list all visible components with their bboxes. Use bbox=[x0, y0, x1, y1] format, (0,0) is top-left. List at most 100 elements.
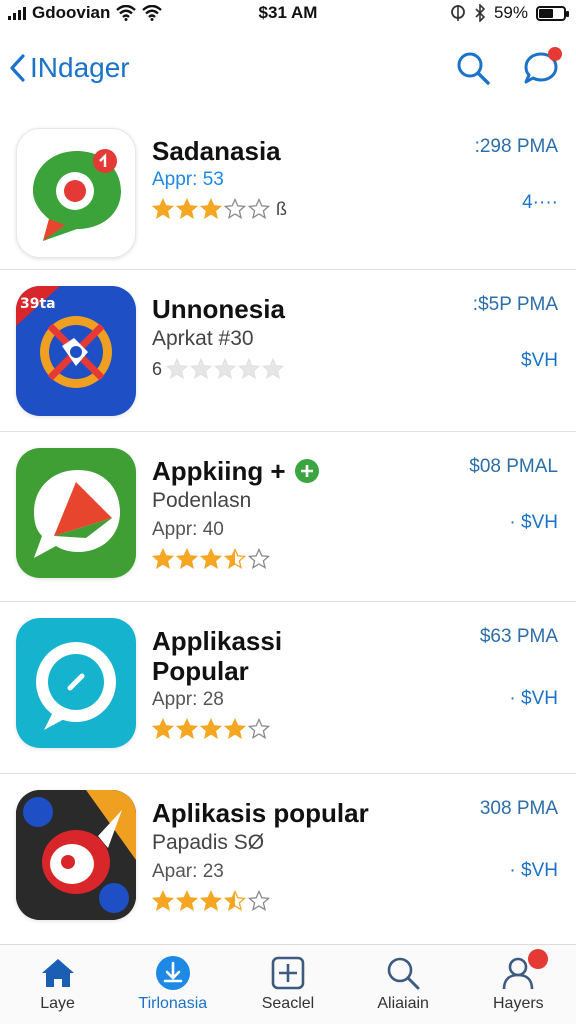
tab-home[interactable]: Laye bbox=[8, 953, 108, 1013]
star-icon bbox=[248, 198, 270, 219]
tab-label: Tirlonasia bbox=[138, 995, 208, 1012]
battery-fill bbox=[539, 8, 554, 18]
app-right: 308 PMA · $VH bbox=[480, 798, 558, 882]
rating-stars bbox=[152, 718, 560, 740]
search-icon bbox=[387, 957, 420, 990]
game-emblem-icon: 39ta bbox=[16, 286, 112, 388]
nav-bar: INdager bbox=[0, 40, 576, 96]
status-bar: Gdoovian $31 AM 59% bbox=[0, 0, 576, 26]
mascot-game-icon bbox=[16, 790, 136, 920]
message-bubble-icon bbox=[34, 470, 120, 558]
search-icon[interactable] bbox=[454, 49, 492, 87]
nav-actions bbox=[454, 47, 562, 87]
star-icon bbox=[248, 718, 270, 739]
star-icon bbox=[152, 890, 174, 911]
signal-icon bbox=[8, 6, 26, 20]
star-icon bbox=[152, 198, 174, 219]
star-icon bbox=[200, 548, 222, 569]
star-icon bbox=[152, 718, 174, 739]
app-time: 308 PMA bbox=[479, 798, 558, 819]
status-right: 59% bbox=[450, 3, 569, 23]
wifi-icon bbox=[116, 5, 137, 21]
tab-downloads[interactable]: Tirlonasia bbox=[123, 953, 223, 1013]
app-icon[interactable] bbox=[16, 618, 136, 748]
star-icon bbox=[200, 890, 222, 911]
app-icon[interactable]: 39ta bbox=[16, 286, 136, 416]
app-icon[interactable] bbox=[16, 790, 136, 920]
star-icon bbox=[224, 198, 246, 219]
star-icon bbox=[214, 358, 237, 379]
add-box-icon bbox=[271, 956, 305, 990]
messages-button[interactable] bbox=[522, 47, 562, 87]
app-list: Sadanasia Appr: 53 ß :298 PMA 4···· 39ta… bbox=[0, 112, 576, 946]
battery-percent: 59% bbox=[493, 3, 528, 22]
list-item[interactable]: Applikassi Popular Appr: 28 $63 PMA · $V… bbox=[0, 602, 576, 774]
app-right: :$5P PMA $VH bbox=[473, 294, 558, 372]
tab-label: Laye bbox=[40, 995, 75, 1012]
notification-badge bbox=[528, 949, 549, 969]
wifi-icon-secondary bbox=[142, 5, 163, 21]
back-label: INdager bbox=[30, 52, 130, 83]
star-icon bbox=[152, 548, 174, 569]
battery-icon bbox=[536, 5, 569, 21]
star-icon bbox=[200, 718, 222, 739]
app-name: Appkiing + bbox=[152, 456, 286, 486]
tab-label: Aliaiain bbox=[377, 995, 429, 1012]
carrier-label: Gdoovian bbox=[32, 3, 111, 22]
app-right: $63 PMA · $VH bbox=[480, 626, 558, 710]
list-item[interactable]: 39ta Unnonesia Aprkat #30 6 :$5P PMA $VH bbox=[0, 270, 576, 432]
tab-label: Hayers bbox=[493, 995, 544, 1012]
star-icon bbox=[248, 548, 270, 569]
bluetooth-icon bbox=[475, 4, 486, 22]
svg-text:39ta: 39ta bbox=[20, 296, 56, 312]
app-time: $08 PMAL bbox=[469, 456, 558, 477]
star-icon bbox=[262, 358, 285, 379]
app-price-button[interactable]: · $VH bbox=[480, 688, 558, 710]
rating-stars bbox=[152, 548, 560, 570]
download-icon bbox=[155, 956, 190, 990]
tab-add[interactable]: Seaclel bbox=[238, 953, 338, 1013]
tab-profile[interactable]: Hayers bbox=[468, 949, 568, 1013]
app-right: :298 PMA 4···· bbox=[475, 136, 558, 214]
list-item[interactable]: Aplikasis popular Papadis SØ Apar: 23 30… bbox=[0, 774, 576, 946]
add-badge-icon bbox=[294, 459, 319, 483]
star-icon bbox=[176, 198, 198, 219]
rating-prefix: 6 bbox=[152, 358, 163, 379]
star-icon bbox=[176, 718, 198, 739]
app-time: :298 PMA bbox=[474, 136, 558, 157]
star-icon bbox=[238, 358, 261, 379]
app-name: Applikassi Popular bbox=[152, 626, 283, 686]
tab-bar: Laye Tirlonasia Seaclel Aliaiain Hayers bbox=[0, 944, 576, 1024]
star-icon bbox=[224, 890, 246, 911]
rating-tail: ß bbox=[276, 198, 287, 219]
star-icon bbox=[166, 358, 189, 379]
star-icon bbox=[224, 718, 246, 739]
app-price-button[interactable]: 4···· bbox=[475, 192, 558, 214]
home-icon bbox=[41, 959, 74, 987]
star-icon bbox=[248, 890, 270, 911]
back-button[interactable]: INdager bbox=[8, 52, 130, 84]
app-right: $08 PMAL · $VH bbox=[469, 456, 558, 534]
app-price-button[interactable]: $VH bbox=[473, 350, 558, 372]
tab-search[interactable]: Aliaiain bbox=[353, 953, 453, 1013]
chat-circle-icon bbox=[36, 642, 116, 730]
notification-dot bbox=[548, 47, 562, 61]
tab-label: Seaclel bbox=[261, 995, 315, 1012]
chevron-left-icon bbox=[10, 54, 25, 82]
star-icon bbox=[176, 890, 198, 911]
list-item[interactable]: Appkiing + Podenlasn Appr: 40 $08 PMAL ·… bbox=[0, 432, 576, 602]
status-left: Gdoovian bbox=[8, 3, 163, 23]
app-icon[interactable] bbox=[16, 128, 136, 258]
app-time: :$5P PMA bbox=[472, 294, 558, 315]
app-time: $63 PMA bbox=[479, 626, 558, 647]
star-icon bbox=[224, 548, 246, 569]
star-icon bbox=[190, 358, 213, 379]
chat-bubble-icon bbox=[33, 149, 121, 241]
star-icon bbox=[176, 548, 198, 569]
app-price-button[interactable]: · $VH bbox=[469, 512, 558, 534]
location-icon bbox=[451, 5, 465, 21]
app-price-button[interactable]: · $VH bbox=[480, 860, 558, 882]
star-icon bbox=[200, 198, 222, 219]
list-item[interactable]: Sadanasia Appr: 53 ß :298 PMA 4···· bbox=[0, 112, 576, 270]
app-icon[interactable] bbox=[16, 448, 136, 578]
